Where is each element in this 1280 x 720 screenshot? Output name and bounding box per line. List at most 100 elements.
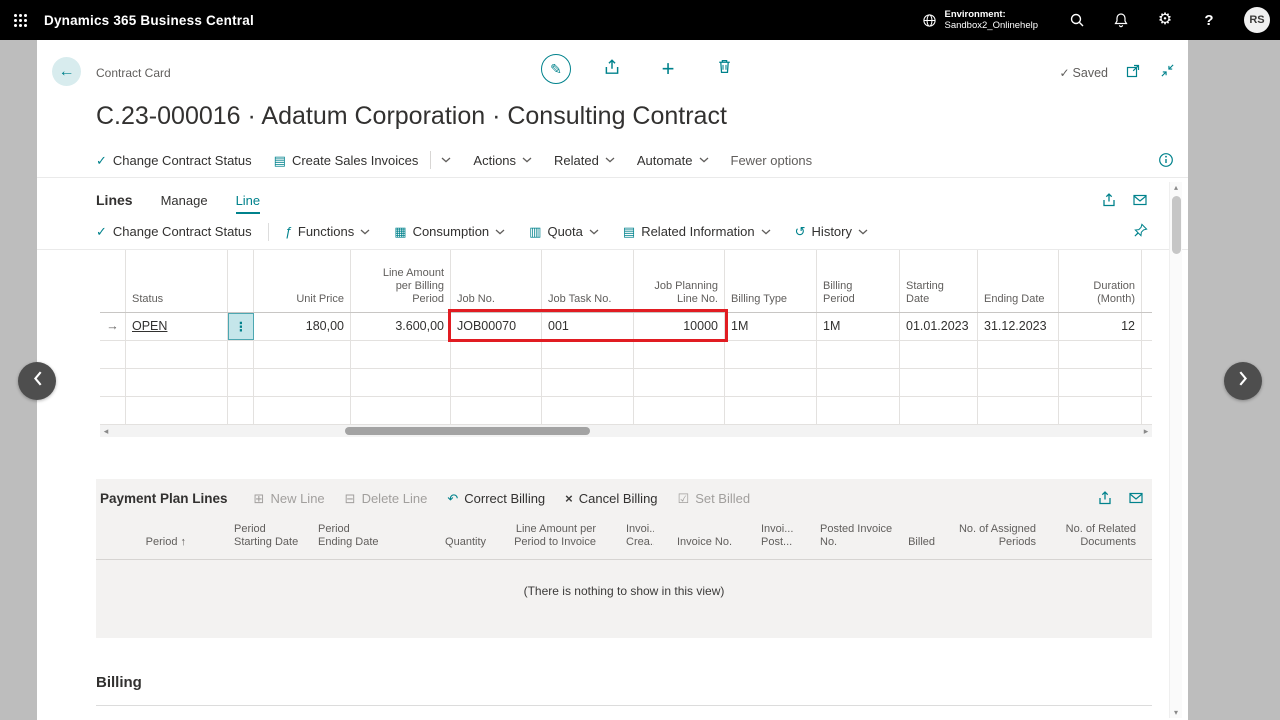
empty-cell[interactable] (817, 369, 900, 396)
empty-cell[interactable] (900, 369, 978, 396)
status-cell[interactable]: OPEN (126, 313, 228, 340)
pp-column-billed[interactable]: Billed (905, 536, 935, 549)
empty-cell[interactable] (254, 341, 351, 368)
related-information-menu[interactable]: ▤ Related Information (623, 224, 771, 239)
pp-column-quantity[interactable]: Quantity (402, 536, 486, 549)
empty-cell[interactable] (725, 341, 817, 368)
empty-cell[interactable] (126, 369, 228, 396)
empty-cell[interactable] (978, 369, 1059, 396)
billing-type-cell[interactable]: 1M (725, 313, 817, 340)
empty-cell[interactable] (228, 369, 254, 396)
empty-cell[interactable] (725, 369, 817, 396)
empty-cell[interactable] (451, 369, 542, 396)
empty-cell[interactable] (451, 341, 542, 368)
back-button[interactable]: ← (52, 57, 81, 86)
billing-section-title[interactable]: Billing (96, 674, 1152, 691)
column-header-billing-period[interactable]: Billing Period (817, 250, 900, 312)
pp-column-line-amount-per-period[interactable]: Line Amount per Period to Invoice (486, 523, 596, 549)
cancel-billing-button[interactable]: × Cancel Billing (565, 491, 657, 506)
collapse-button[interactable] (1158, 64, 1176, 82)
scroll-down-icon[interactable]: ▾ (1170, 708, 1182, 717)
job-no-cell[interactable]: JOB00070 (451, 313, 542, 340)
empty-cell[interactable] (542, 341, 634, 368)
column-header-job-no[interactable]: Job No. (451, 250, 542, 312)
edit-button[interactable]: ✎ (541, 54, 571, 84)
job-planning-line-no-cell[interactable]: 10000 (634, 313, 725, 340)
nav-previous-button[interactable] (18, 362, 56, 400)
pp-column-no-of-related-documents[interactable]: No. of Related Documents (1036, 523, 1136, 549)
column-header-starting-date[interactable]: Starting Date (900, 250, 978, 312)
unit-price-cell[interactable]: 180,00 (254, 313, 351, 340)
column-header-line-amount[interactable]: Line Amount per Billing Period (351, 250, 451, 312)
horizontal-scrollbar[interactable]: ◂ ▸ (100, 425, 1152, 437)
empty-cell[interactable] (817, 341, 900, 368)
empty-cell[interactable] (451, 397, 542, 424)
vertical-scrollbar-thumb[interactable] (1172, 196, 1181, 254)
duration-cell[interactable]: 12 (1059, 313, 1142, 340)
quota-menu[interactable]: ▥ Quota (529, 224, 599, 239)
tab-line[interactable]: Line (236, 193, 261, 214)
empty-cell[interactable] (351, 397, 451, 424)
notifications-icon[interactable] (1112, 11, 1130, 29)
open-in-new-window-button[interactable] (1124, 64, 1142, 82)
empty-cell[interactable] (228, 397, 254, 424)
pp-column-no-of-assigned-periods[interactable]: No. of Assigned Periods (935, 523, 1036, 549)
vertical-scrollbar[interactable]: ▴ ▾ (1169, 182, 1182, 718)
empty-cell[interactable] (228, 341, 254, 368)
job-task-no-cell[interactable]: 001 (542, 313, 634, 340)
fewer-options-button[interactable]: Fewer options (731, 153, 813, 168)
empty-cell[interactable] (978, 397, 1059, 424)
empty-cell[interactable] (817, 397, 900, 424)
starting-date-cell[interactable]: 01.01.2023 (900, 313, 978, 340)
column-header-ending-date[interactable]: Ending Date (978, 250, 1059, 312)
scroll-right-icon[interactable]: ▸ (1140, 425, 1152, 437)
automate-menu[interactable]: Automate (637, 153, 709, 168)
lines-change-contract-status-action[interactable]: ✓ Change Contract Status (96, 224, 252, 239)
empty-cell[interactable] (900, 341, 978, 368)
environment-picker[interactable]: Environment: Sandbox2_Onlinehelp (921, 9, 1039, 31)
column-header-duration[interactable]: Duration (Month) (1059, 250, 1142, 312)
billing-period-cell[interactable]: 1M (817, 313, 900, 340)
pp-column-period-ending-date[interactable]: Period Ending Date (318, 523, 402, 549)
lines-share-button[interactable] (1100, 191, 1117, 208)
delete-button[interactable] (709, 54, 739, 84)
waffle-icon[interactable] (0, 0, 40, 40)
column-header-job-task-no[interactable]: Job Task No. (542, 250, 634, 312)
nav-next-button[interactable] (1224, 362, 1262, 400)
empty-cell[interactable] (100, 369, 126, 396)
settings-icon[interactable]: ⚙ (1156, 11, 1174, 29)
history-menu[interactable]: ↺ History (795, 224, 868, 239)
empty-cell[interactable] (542, 369, 634, 396)
new-button[interactable]: + (653, 54, 683, 84)
empty-cell[interactable] (725, 397, 817, 424)
empty-cell[interactable] (634, 341, 725, 368)
scroll-left-icon[interactable]: ◂ (100, 425, 112, 437)
empty-cell[interactable] (900, 397, 978, 424)
info-icon[interactable] (1158, 152, 1174, 171)
empty-cell[interactable] (542, 397, 634, 424)
empty-cell[interactable] (1059, 369, 1142, 396)
scroll-up-icon[interactable]: ▴ (1170, 183, 1182, 192)
horizontal-scrollbar-thumb[interactable] (345, 427, 590, 435)
related-menu[interactable]: Related (554, 153, 615, 168)
empty-cell[interactable] (254, 397, 351, 424)
pin-icon[interactable] (1133, 223, 1148, 241)
change-contract-status-action[interactable]: ✓ Change Contract Status (96, 153, 252, 168)
empty-cell[interactable] (126, 341, 228, 368)
empty-cell[interactable] (126, 397, 228, 424)
ending-date-cell[interactable]: 31.12.2023 (978, 313, 1059, 340)
empty-cell[interactable] (1059, 397, 1142, 424)
pp-column-period-starting-date[interactable]: Period Starting Date (186, 523, 318, 549)
help-icon[interactable]: ? (1200, 11, 1218, 29)
pp-column-period[interactable]: Period ↑ (96, 536, 186, 549)
column-header-job-planning-line-no[interactable]: Job Planning Line No. (634, 250, 725, 312)
pp-column-invoice-posted[interactable]: Invoi... Post... (738, 523, 820, 549)
pp-column-invoice-no[interactable]: Invoice No. (654, 536, 738, 549)
payment-share-button[interactable] (1096, 489, 1113, 506)
avatar[interactable]: RS (1244, 7, 1270, 33)
column-header-unit-price[interactable]: Unit Price (254, 250, 351, 312)
payment-mail-button[interactable] (1127, 489, 1144, 506)
tab-manage[interactable]: Manage (161, 193, 208, 214)
pp-column-invoice-created[interactable]: Invoi... Crea... (596, 523, 654, 549)
empty-cell[interactable] (351, 341, 451, 368)
